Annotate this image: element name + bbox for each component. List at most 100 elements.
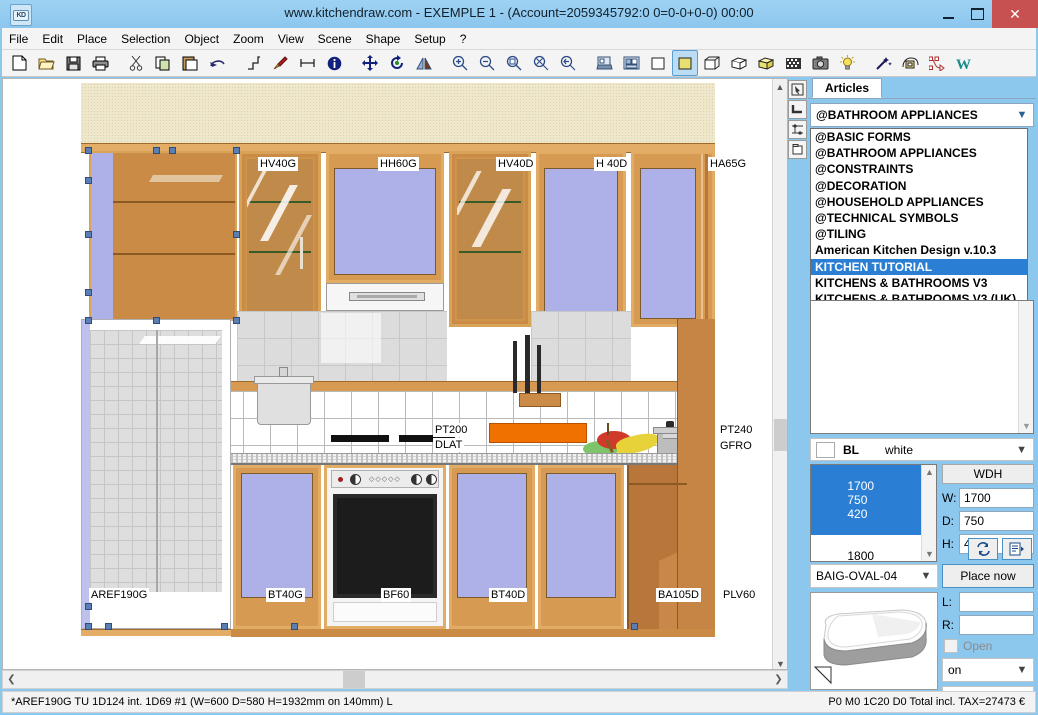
paste-icon[interactable]	[177, 50, 203, 76]
close-button[interactable]: ✕	[992, 0, 1038, 28]
base-cabinet-bf60-oven[interactable]: ◇◇◇◇◇	[324, 465, 446, 629]
catalog-option[interactable]: KITCHENS & BATHROOMS V3	[811, 275, 1027, 291]
wall-corner-icon[interactable]	[788, 100, 807, 119]
dimension-list-scrollbar[interactable]: ▲ ▼	[921, 465, 936, 561]
box-3d-icon[interactable]	[699, 50, 725, 76]
scroll-down-icon[interactable]: ▼	[1022, 421, 1031, 431]
tab-articles[interactable]: Articles	[812, 78, 883, 98]
box-3d-wire-icon[interactable]	[726, 50, 752, 76]
selection-handle[interactable]	[221, 623, 228, 630]
selection-handle[interactable]	[85, 603, 92, 610]
selection-handle[interactable]	[85, 623, 92, 630]
light-bulb-icon[interactable]	[834, 50, 860, 76]
depth-input[interactable]: 750	[959, 511, 1034, 531]
catalog-option[interactable]: @TILING	[811, 226, 1027, 242]
chevron-down-icon[interactable]: ▼	[1016, 444, 1027, 456]
select-arrow-icon[interactable]	[788, 80, 807, 99]
list-properties-icon[interactable]	[1002, 538, 1032, 560]
dimension-chain-icon[interactable]	[788, 120, 807, 139]
polyline-icon[interactable]	[240, 50, 266, 76]
selection-handle[interactable]	[153, 147, 160, 154]
catalog-dropdown-list[interactable]: @BASIC FORMS @BATHROOM APPLIANCES @CONST…	[810, 128, 1028, 310]
elevation-view-icon[interactable]	[618, 50, 644, 76]
catalog-option[interactable]: @CONSTRAINTS	[811, 161, 1027, 177]
scroll-down-icon[interactable]: ▼	[773, 656, 787, 669]
canvas-vertical-scrollbar[interactable]: ▲ ▼	[772, 79, 787, 669]
render-checker-icon[interactable]	[780, 50, 806, 76]
selection-handle[interactable]	[169, 147, 176, 154]
model-select[interactable]: BAIG-OVAL-04 ▼	[810, 564, 938, 588]
scroll-right-icon[interactable]: ❯	[770, 674, 787, 685]
scroll-left-icon[interactable]: ❮	[3, 674, 20, 685]
wireframe-blank-icon[interactable]	[645, 50, 671, 76]
state-select[interactable]: on ▼	[942, 658, 1034, 682]
path-edit-icon[interactable]	[924, 50, 950, 76]
article-list-scrollbar[interactable]: ▼	[1018, 301, 1033, 433]
upper-cabinet-hv40g[interactable]	[239, 151, 321, 327]
zoom-out-icon[interactable]	[474, 50, 500, 76]
panel-plv60[interactable]	[677, 319, 715, 629]
print-icon[interactable]	[87, 50, 113, 76]
upper-cabinet-hv40d[interactable]	[449, 151, 531, 327]
canvas-horizontal-scrollbar[interactable]: ❮ ❯	[2, 670, 788, 689]
save-disk-icon[interactable]	[60, 50, 86, 76]
catalog-option[interactable]: @TECHNICAL SYMBOLS	[811, 210, 1027, 226]
extractor-hood[interactable]	[326, 283, 444, 311]
word-export-icon[interactable]: W	[951, 50, 977, 76]
menu-shape[interactable]: Shape	[359, 30, 408, 48]
drawing-canvas[interactable]: ◇◇◇◇◇ HV40G HH60G HV40D H 40D HA65G PT20…	[2, 78, 788, 670]
zoom-in-icon[interactable]	[447, 50, 473, 76]
scroll-up-icon[interactable]: ▲	[773, 79, 787, 94]
solid-fill-icon[interactable]	[672, 50, 698, 76]
copy-object-icon[interactable]	[788, 140, 807, 159]
maximize-button[interactable]	[963, 0, 992, 28]
undo-icon[interactable]	[204, 50, 230, 76]
base-cabinet-extra[interactable]	[538, 465, 624, 629]
catalog-option[interactable]: @BATHROOM APPLIANCES	[811, 145, 1027, 161]
selection-handle[interactable]	[631, 623, 638, 630]
catalog-option[interactable]: @BASIC FORMS	[811, 129, 1027, 145]
mirror-icon[interactable]	[411, 50, 437, 76]
menu-setup[interactable]: Setup	[407, 30, 452, 48]
upper-cabinet-left[interactable]	[89, 151, 237, 321]
selection-handle[interactable]	[233, 231, 240, 238]
camera-icon[interactable]	[807, 50, 833, 76]
scroll-thumb-horizontal[interactable]	[343, 671, 365, 688]
upper-cabinet-ha65g[interactable]	[631, 151, 715, 327]
menu-view[interactable]: View	[271, 30, 311, 48]
info-icon[interactable]	[321, 50, 347, 76]
width-input[interactable]: 1700	[959, 488, 1034, 508]
selection-handle[interactable]	[85, 231, 92, 238]
upper-cabinet-h40d[interactable]	[536, 151, 626, 327]
selection-handle[interactable]	[233, 317, 240, 324]
open-folder-icon[interactable]	[33, 50, 59, 76]
menu-selection[interactable]: Selection	[114, 30, 177, 48]
right-input[interactable]	[959, 615, 1034, 635]
base-cabinet-bt40d[interactable]	[449, 465, 535, 629]
rotate-icon[interactable]	[384, 50, 410, 76]
color-select[interactable]: BL white ▼	[810, 438, 1034, 461]
magic-wand-icon[interactable]	[870, 50, 896, 76]
base-cabinet-bt40g[interactable]	[233, 465, 321, 629]
perspective-icon[interactable]	[897, 50, 923, 76]
zoom-window-icon[interactable]	[501, 50, 527, 76]
menu-object[interactable]: Object	[177, 30, 226, 48]
scroll-thumb-vertical[interactable]	[774, 419, 787, 451]
catalog-option[interactable]: American Kitchen Design v.10.3	[811, 242, 1027, 258]
menu-place[interactable]: Place	[70, 30, 114, 48]
dimension-list[interactable]: 1700 750 420 1800 800 400 1850 900 420 ▲	[810, 464, 937, 661]
selection-handle[interactable]	[105, 623, 112, 630]
menu-file[interactable]: File	[2, 30, 35, 48]
dimension-icon[interactable]	[294, 50, 320, 76]
selection-handle[interactable]	[233, 147, 240, 154]
chevron-down-icon[interactable]: ▼	[915, 565, 937, 587]
catalog-option-selected[interactable]: KITCHEN TUTORIAL	[811, 258, 1027, 275]
article-list[interactable]: ▼	[810, 300, 1034, 434]
catalog-select[interactable]: @BATHROOM APPLIANCES ▼	[810, 103, 1034, 127]
copy-icon[interactable]	[150, 50, 176, 76]
counter-object-orange[interactable]	[489, 423, 587, 443]
base-cabinet-aref190g[interactable]	[81, 319, 231, 629]
box-3d-solid-icon[interactable]	[753, 50, 779, 76]
selection-handle[interactable]	[85, 317, 92, 324]
menu-zoom[interactable]: Zoom	[226, 30, 271, 48]
